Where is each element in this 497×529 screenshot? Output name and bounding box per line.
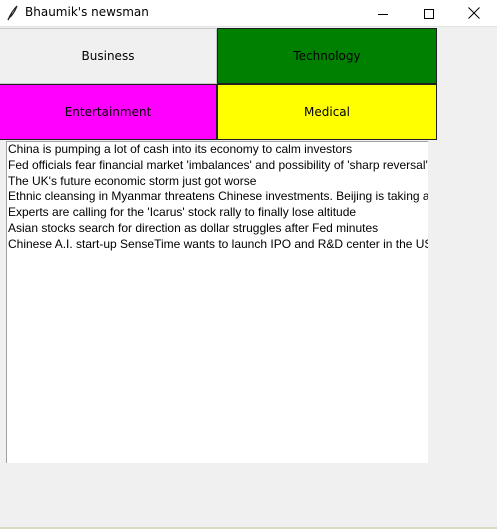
entertainment-button[interactable]: Entertainment — [0, 84, 217, 140]
medical-button[interactable]: Medical — [217, 84, 437, 140]
business-button[interactable]: Business — [0, 28, 217, 84]
list-item[interactable]: Experts are calling for the 'Icarus' sto… — [7, 205, 428, 221]
maximize-icon — [424, 4, 434, 23]
close-button[interactable] — [451, 0, 497, 27]
title-bar: Bhaumik's newsman — [0, 0, 497, 27]
window-title: Bhaumik's newsman — [25, 5, 149, 19]
technology-button[interactable]: Technology — [217, 28, 437, 84]
list-item[interactable]: Fed officials fear financial market 'imb… — [7, 158, 428, 174]
headlines-listbox[interactable]: China is pumping a lot of cash into its … — [6, 141, 428, 463]
minimize-icon — [378, 4, 388, 23]
list-item[interactable]: Chinese A.I. start-up SenseTime wants to… — [7, 237, 428, 253]
close-icon — [468, 4, 480, 23]
minimize-button[interactable] — [360, 0, 406, 27]
feather-icon — [5, 5, 19, 21]
list-item[interactable]: Asian stocks search for direction as dol… — [7, 221, 428, 237]
list-item[interactable]: The UK's future economic storm just got … — [7, 174, 428, 190]
list-item[interactable]: China is pumping a lot of cash into its … — [7, 142, 428, 158]
maximize-button[interactable] — [406, 0, 452, 27]
list-item[interactable]: Ethnic cleansing in Myanmar threatens Ch… — [7, 189, 428, 205]
